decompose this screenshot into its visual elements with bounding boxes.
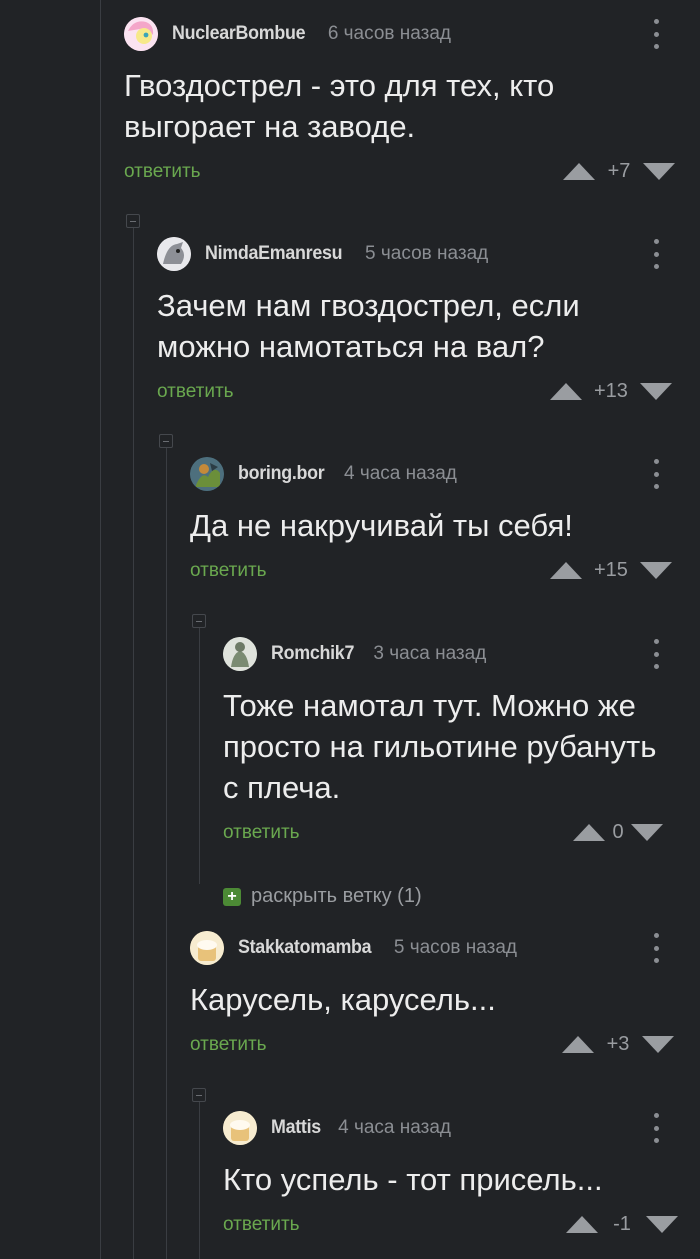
- username[interactable]: NimdaEmanresu: [205, 243, 343, 265]
- username[interactable]: Mattis: [271, 1117, 321, 1139]
- upvote-icon[interactable]: [563, 163, 595, 180]
- reply-button[interactable]: ответить: [223, 1214, 300, 1236]
- username[interactable]: NuclearBombue: [172, 23, 306, 45]
- avatar[interactable]: [157, 237, 191, 271]
- vote-controls: +15: [550, 559, 672, 582]
- comment: Stakkatomamba 5 часов назад Карусель, ка…: [190, 931, 678, 1064]
- thread-line: [100, 0, 101, 1259]
- plus-icon: +: [223, 887, 241, 906]
- avatar[interactable]: [190, 457, 224, 491]
- comment-rating: -1: [613, 1213, 631, 1235]
- collapse-thread-button[interactable]: [126, 214, 140, 228]
- upvote-icon[interactable]: [550, 383, 582, 400]
- comment-footer: ответить +7: [124, 157, 678, 191]
- comment-header: NuclearBombue 6 часов назад: [124, 17, 678, 51]
- vote-controls: 0: [573, 821, 663, 844]
- downvote-icon[interactable]: [643, 163, 675, 180]
- collapse-thread-button[interactable]: [192, 614, 206, 628]
- comment-footer: ответить -1: [223, 1210, 678, 1244]
- upvote-icon[interactable]: [562, 1036, 594, 1053]
- comment-header: boring.bor 4 часа назад: [190, 457, 678, 491]
- comment-rating: +3: [606, 1033, 630, 1055]
- comment-text: Гвоздострел - это для тех, кто выгорает …: [124, 68, 555, 144]
- expand-thread-label: раскрыть ветку (1): [251, 885, 422, 907]
- downvote-icon[interactable]: [642, 1036, 674, 1053]
- comment-time[interactable]: 4 часа назад: [338, 1117, 451, 1139]
- vote-controls: +3: [562, 1033, 674, 1056]
- downvote-icon[interactable]: [639, 383, 672, 400]
- comment-rating: +13: [594, 380, 628, 402]
- thread-line: [133, 228, 134, 1259]
- comment: Mattis 4 часа назад Кто успель - тот при…: [223, 1111, 678, 1244]
- avatar[interactable]: [223, 637, 257, 671]
- comment-footer: ответить 0: [223, 818, 678, 852]
- upvote-icon[interactable]: [566, 1216, 598, 1233]
- comment-footer: ответить +13: [157, 377, 678, 411]
- vote-controls: -1: [566, 1213, 678, 1236]
- more-options-icon[interactable]: [653, 639, 659, 669]
- collapse-thread-button[interactable]: [159, 434, 173, 448]
- comment-footer: ответить +3: [190, 1030, 678, 1064]
- downvote-icon[interactable]: [631, 824, 663, 841]
- reply-button[interactable]: ответить: [190, 560, 267, 582]
- reply-button[interactable]: ответить: [223, 822, 300, 844]
- comment: boring.bor 4 часа назад Да не накручивай…: [190, 457, 678, 590]
- avatar[interactable]: [223, 1111, 257, 1145]
- more-options-icon[interactable]: [653, 239, 659, 269]
- reply-button[interactable]: ответить: [190, 1034, 267, 1056]
- username[interactable]: boring.bor: [238, 463, 325, 485]
- comment: NuclearBombue 6 часов назад Гвоздострел …: [124, 17, 678, 191]
- comment-rating: 0: [612, 821, 624, 843]
- comment-rating: +15: [594, 559, 628, 581]
- reply-button[interactable]: ответить: [157, 381, 234, 403]
- comment-rating: +7: [607, 160, 631, 182]
- comment-text: Зачем нам гвоздострел, если можно намота…: [157, 288, 580, 364]
- avatar[interactable]: [124, 17, 158, 51]
- upvote-icon[interactable]: [550, 562, 582, 579]
- upvote-icon[interactable]: [573, 824, 605, 841]
- comment: Romchik7 3 часа назад Тоже намотал тут. …: [223, 637, 678, 852]
- comment-text: Карусель, карусель...: [190, 982, 496, 1017]
- comment-time[interactable]: 4 часа назад: [344, 463, 457, 485]
- expand-thread-button[interactable]: + раскрыть ветку (1): [223, 885, 422, 908]
- collapse-thread-button[interactable]: [192, 1088, 206, 1102]
- comment-time[interactable]: 5 часов назад: [394, 937, 517, 959]
- thread-line: [199, 628, 200, 884]
- comment-time[interactable]: 3 часа назад: [373, 643, 486, 665]
- comment-header: Romchik7 3 часа назад: [223, 637, 678, 671]
- comment: NimdaEmanresu 5 часов назад Зачем нам гв…: [157, 237, 678, 411]
- comment-header: Stakkatomamba 5 часов назад: [190, 931, 678, 965]
- more-options-icon[interactable]: [653, 19, 659, 49]
- reply-button[interactable]: ответить: [124, 161, 201, 183]
- vote-controls: +7: [563, 160, 675, 183]
- comment-header: Mattis 4 часа назад: [223, 1111, 678, 1145]
- comment-text: Кто успель - тот присель...: [223, 1162, 603, 1197]
- comment-text: Тоже намотал тут. Можно же просто на гил…: [223, 688, 657, 805]
- comment-time[interactable]: 6 часов назад: [328, 23, 451, 45]
- downvote-icon[interactable]: [646, 1216, 678, 1233]
- more-options-icon[interactable]: [653, 933, 659, 963]
- more-options-icon[interactable]: [653, 459, 659, 489]
- comment-text: Да не накручивай ты себя!: [190, 508, 573, 543]
- username[interactable]: Romchik7: [271, 643, 354, 665]
- thread-line: [166, 448, 167, 1259]
- comment-time[interactable]: 5 часов назад: [365, 243, 488, 265]
- comment-footer: ответить +15: [190, 556, 678, 590]
- downvote-icon[interactable]: [639, 562, 672, 579]
- vote-controls: +13: [550, 380, 672, 403]
- avatar[interactable]: [190, 931, 224, 965]
- thread-line: [199, 1102, 200, 1259]
- more-options-icon[interactable]: [653, 1113, 659, 1143]
- comment-header: NimdaEmanresu 5 часов назад: [157, 237, 678, 271]
- username[interactable]: Stakkatomamba: [238, 937, 372, 959]
